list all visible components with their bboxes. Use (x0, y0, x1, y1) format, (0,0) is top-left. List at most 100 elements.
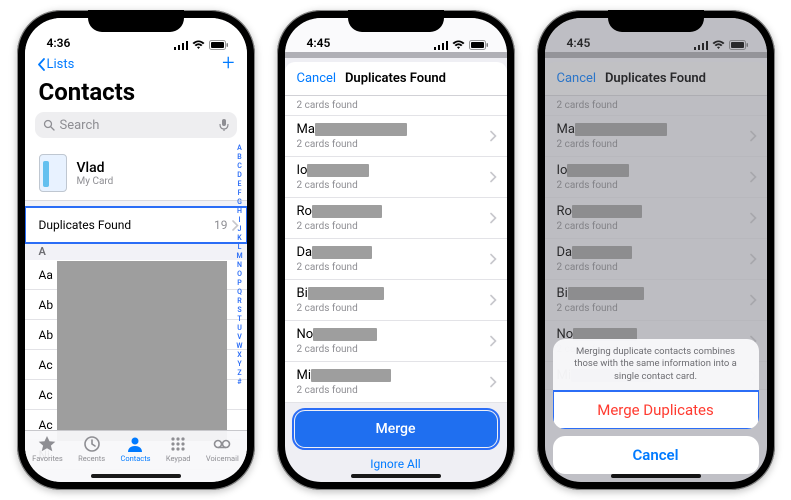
redaction-mask (312, 246, 372, 259)
phone-merge-confirm: 4:45 Cancel Duplicates Found 2 cards fou… (537, 10, 775, 490)
modal-header: Cancel Duplicates Found (545, 62, 767, 96)
index-letter[interactable]: A (237, 144, 242, 153)
chevron-right-icon (490, 295, 497, 306)
merge-button[interactable]: Merge (295, 411, 497, 447)
index-letter[interactable]: C (237, 162, 242, 171)
search-input[interactable]: Search (35, 112, 237, 138)
cards-found-label: 2 cards found (557, 221, 755, 232)
modal-header: Cancel Duplicates Found (285, 62, 507, 96)
index-letter[interactable]: T (237, 315, 241, 324)
chevron-right-icon (750, 131, 757, 142)
mic-icon[interactable] (219, 118, 229, 132)
wifi-icon (192, 40, 205, 50)
index-letter[interactable]: D (237, 171, 242, 180)
duplicate-item[interactable]: Ro2 cards found (285, 198, 507, 239)
index-letter[interactable]: O (237, 270, 242, 279)
list-item[interactable]: 2 cards found (285, 96, 507, 116)
ignore-all-button[interactable]: Ignore All (285, 451, 507, 473)
redaction-mask (312, 205, 382, 218)
index-letter[interactable]: N (237, 261, 242, 270)
tab-contacts[interactable]: Contacts (120, 435, 150, 463)
battery-icon (469, 40, 489, 50)
redaction-mask (568, 287, 644, 300)
chevron-right-icon (750, 295, 757, 306)
back-label: Lists (47, 57, 75, 72)
duplicate-item: Bi 2 cards found (545, 280, 767, 321)
index-letter[interactable]: M (236, 252, 242, 261)
duplicates-count: 19 (214, 218, 228, 232)
duplicate-item[interactable]: Da2 cards found (285, 239, 507, 280)
wifi-icon (452, 40, 465, 50)
index-letter[interactable]: F (238, 189, 242, 198)
index-letter[interactable]: S (237, 306, 241, 315)
index-letter[interactable]: Q (237, 288, 242, 297)
redaction-mask (308, 287, 384, 300)
sheet-cancel-button[interactable]: Cancel (553, 436, 759, 474)
cards-found-label: 2 cards found (557, 303, 755, 314)
my-card-name: Vlad (77, 160, 114, 176)
contact-name-prefix: Ro (557, 204, 572, 219)
redaction-mask (313, 328, 377, 341)
contact-name-prefix: Bi (557, 286, 568, 301)
contact-name-prefix: Mi (297, 368, 312, 383)
redaction-mask (307, 164, 369, 177)
signal-icon (694, 40, 708, 50)
index-letter[interactable]: I (238, 216, 240, 225)
back-button[interactable]: Lists (37, 57, 75, 72)
contact-name-prefix: Io (297, 163, 308, 178)
redaction-mask (575, 123, 667, 136)
tab-voicemail[interactable]: Voicemail (206, 435, 239, 463)
modal-title: Duplicates Found (345, 71, 446, 86)
index-letter[interactable]: B (237, 153, 241, 162)
duplicate-item[interactable]: No2 cards found (285, 321, 507, 362)
index-letter[interactable]: Y (237, 360, 241, 369)
index-letter[interactable]: Z (237, 369, 241, 378)
cards-found-label: 2 cards found (297, 180, 495, 191)
duplicate-item[interactable]: Ma2 cards found (285, 116, 507, 157)
signal-icon (434, 40, 448, 50)
duplicate-item[interactable]: Io 2 cards found (285, 157, 507, 198)
chevron-right-icon (490, 131, 497, 142)
home-indicator[interactable] (611, 474, 701, 478)
tab-keypad[interactable]: Keypad (166, 435, 191, 463)
tab-favorites[interactable]: Favorites (32, 435, 63, 463)
list-item: 2 cards found (545, 96, 767, 116)
index-letter[interactable]: P (237, 279, 242, 288)
tab-recents[interactable]: Recents (78, 435, 105, 463)
index-letter[interactable]: R (237, 297, 241, 306)
duplicate-item: Da2 cards found (545, 239, 767, 280)
index-letter[interactable]: E (238, 180, 242, 189)
index-letter[interactable]: L (238, 243, 242, 252)
index-letter[interactable]: K (237, 234, 241, 243)
index-letter[interactable]: G (237, 198, 242, 207)
home-indicator[interactable] (91, 474, 181, 478)
redaction-mask (567, 164, 629, 177)
index-letter[interactable]: V (237, 333, 242, 342)
duplicate-item[interactable]: Bi2 cards found (285, 280, 507, 321)
index-letter[interactable]: H (237, 207, 242, 216)
duplicates-list[interactable]: 2 cards found Ma2 cards found Io 2 cards fo… (285, 96, 507, 403)
home-indicator[interactable] (351, 474, 441, 478)
chevron-right-icon (490, 254, 497, 265)
cancel-button[interactable]: Cancel (297, 71, 337, 86)
contact-name-prefix: Ma (557, 122, 575, 137)
merge-duplicates-button[interactable]: Merge Duplicates (553, 391, 759, 429)
notch (608, 10, 704, 32)
index-letter[interactable]: W (236, 342, 242, 351)
duplicates-found-row[interactable]: Duplicates Found 19 (25, 207, 247, 243)
my-card[interactable]: Vlad My Card (25, 146, 247, 201)
phone-contacts: 4:36 Lists + Contacts Search (17, 10, 255, 490)
index-letter[interactable]: U (237, 324, 242, 333)
cards-found-label: 2 cards found (297, 100, 495, 111)
chevron-right-icon (490, 336, 497, 347)
contact-name-prefix: Da (297, 245, 313, 260)
cancel-button[interactable]: Cancel (557, 71, 597, 86)
duplicate-item[interactable]: Mi2 cards found (285, 362, 507, 403)
index-letter[interactable]: X (237, 351, 241, 360)
index-bar[interactable]: ABCDEFGHIJKLMNOPQRSTUVWXYZ# (235, 144, 245, 387)
index-letter[interactable]: # (237, 378, 241, 387)
notch (88, 10, 184, 32)
cards-found-label: 2 cards found (557, 100, 755, 111)
add-contact-button[interactable]: + (222, 53, 234, 75)
index-letter[interactable]: J (238, 225, 242, 234)
